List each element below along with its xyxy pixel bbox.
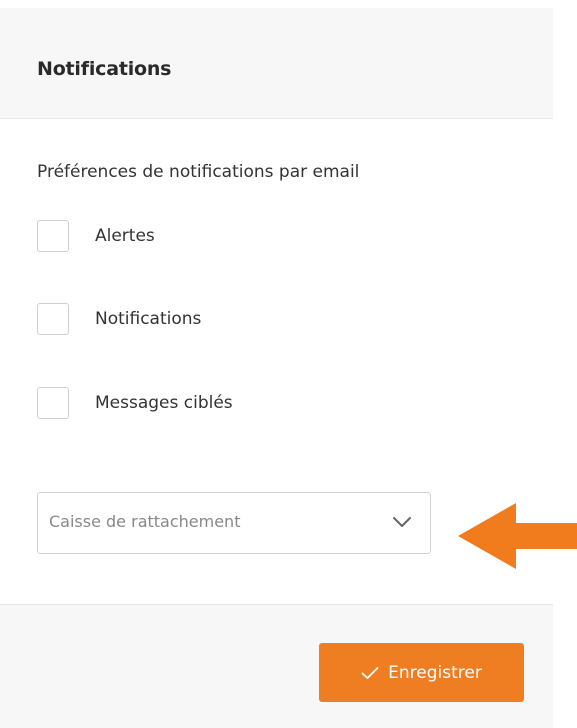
panel-header: Notifications (0, 8, 553, 119)
save-button-label: Enregistrer (388, 662, 482, 683)
arrow-left-icon (458, 503, 577, 569)
alertes-label[interactable]: Alertes (95, 226, 155, 246)
messages-cibles-label[interactable]: Messages ciblés (95, 393, 233, 413)
caisse-select-placeholder: Caisse de rattachement (49, 512, 241, 531)
check-icon (361, 666, 379, 679)
email-preferences-label: Préférences de notifications par email (37, 162, 360, 182)
chevron-down-icon (393, 517, 411, 527)
notifications-checkbox[interactable] (37, 303, 69, 335)
checkbox-row-alertes[interactable]: Alertes (37, 219, 155, 253)
checkbox-row-messages-cibles[interactable]: Messages ciblés (37, 386, 233, 420)
panel-title: Notifications (37, 58, 172, 80)
alertes-checkbox[interactable] (37, 220, 69, 252)
save-button[interactable]: Enregistrer (319, 643, 524, 702)
messages-cibles-checkbox[interactable] (37, 387, 69, 419)
checkbox-row-notifications[interactable]: Notifications (37, 302, 201, 336)
notifications-label[interactable]: Notifications (95, 309, 201, 329)
notifications-panel: Notifications Préférences de notificatio… (0, 0, 577, 728)
caisse-select[interactable]: Caisse de rattachement (37, 492, 431, 554)
